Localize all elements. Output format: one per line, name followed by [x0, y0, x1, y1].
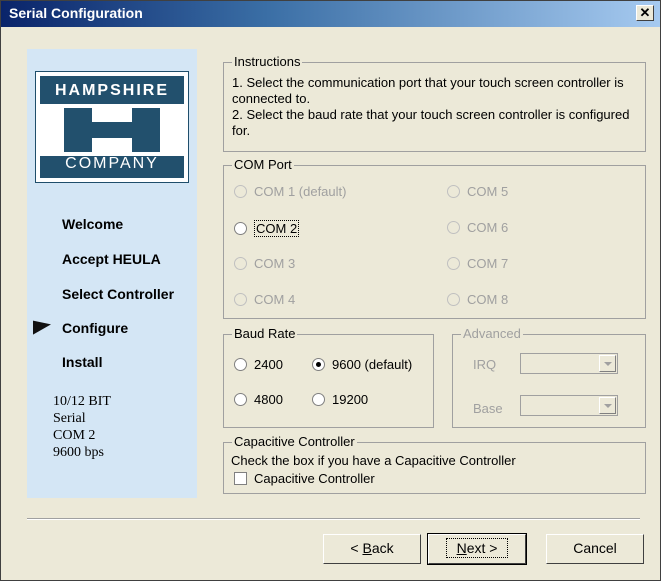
radio-button-icon	[234, 257, 247, 270]
next-focus: Next >	[445, 538, 509, 558]
base-select[interactable]	[520, 395, 618, 416]
radio-com8[interactable]: COM 8	[447, 292, 508, 307]
baud-rate-label: Baud Rate	[232, 326, 298, 341]
radio-baud-19200[interactable]: 19200	[312, 392, 368, 407]
back-button[interactable]: < Back	[323, 534, 421, 564]
close-icon: ✕	[639, 5, 651, 20]
radio-baud-9600[interactable]: 9600 (default)	[312, 357, 412, 372]
radio-button-icon	[447, 221, 460, 234]
wizard-sidebar: HAMPSHIRE COMPANY Welcome Accept HEULA S…	[27, 49, 197, 498]
button-separator	[27, 518, 640, 520]
capacitive-text: Check the box if you have a Capacitive C…	[231, 453, 516, 468]
close-button[interactable]: ✕	[636, 5, 654, 21]
hampshire-company-logo: HAMPSHIRE COMPANY	[35, 71, 189, 183]
radio-button-icon	[234, 222, 247, 235]
instructions-label: Instructions	[232, 54, 303, 69]
radio-com6[interactable]: COM 6	[447, 220, 508, 235]
radio-com7[interactable]: COM 7	[447, 256, 508, 271]
radio-baud-2400[interactable]: 2400	[234, 357, 283, 372]
com-port-label: COM Port	[232, 157, 294, 172]
capacitive-group: Capacitive Controller Check the box if y…	[223, 434, 646, 494]
radio-com1-label: COM 1 (default)	[254, 184, 347, 199]
configuration-summary: 10/12 BIT Serial COM 2 9600 bps	[53, 393, 111, 461]
radio-com3-label: COM 3	[254, 256, 296, 271]
base-label: Base	[473, 401, 503, 416]
radio-baud-19200-label: 19200	[332, 392, 369, 407]
radio-button-icon	[234, 293, 247, 306]
baud-rate-group: Baud Rate 2400 9600 (default) 4800 19200	[223, 326, 434, 428]
step-configure: Configure	[62, 320, 129, 336]
radio-button-icon	[234, 358, 247, 371]
radio-button-icon	[447, 293, 460, 306]
capacitive-checkbox[interactable]: Capacitive Controller	[234, 471, 375, 486]
summary-controller: 10/12 BIT	[53, 394, 111, 409]
capacitive-label: Capacitive Controller	[232, 434, 357, 449]
radio-button-selected-icon	[312, 358, 325, 371]
checkbox-icon	[234, 472, 247, 485]
advanced-label: Advanced	[461, 326, 523, 341]
summary-port: COM 2	[53, 428, 96, 443]
logo-top-text: HAMPSHIRE	[54, 82, 169, 99]
back-rest: ack	[371, 540, 394, 556]
instruction-2: 2. Select the baud rate that your touch …	[232, 107, 630, 138]
radio-com6-label: COM 6	[467, 220, 509, 235]
step-accept-heula: Accept HEULA	[62, 251, 161, 267]
next-key: N	[456, 540, 467, 556]
capacitive-checkbox-label: Capacitive Controller	[254, 471, 375, 486]
instructions-group: Instructions 1. Select the communication…	[223, 54, 646, 152]
logo-bottom-text: COMPANY	[65, 155, 159, 172]
step-welcome: Welcome	[62, 216, 124, 232]
window-title: Serial Configuration	[9, 5, 143, 21]
radio-com5[interactable]: COM 5	[447, 184, 508, 199]
radio-com3[interactable]: COM 3	[234, 256, 295, 271]
current-step-arrow-icon	[33, 317, 51, 335]
radio-baud-2400-label: 2400	[254, 357, 283, 372]
radio-com4-label: COM 4	[254, 292, 296, 307]
radio-baud-4800[interactable]: 4800	[234, 392, 283, 407]
irq-select[interactable]	[520, 353, 618, 374]
back-key: B	[362, 540, 372, 556]
radio-baud-9600-label: 9600 (default)	[332, 357, 413, 372]
radio-com8-label: COM 8	[467, 292, 509, 307]
radio-baud-4800-label: 4800	[254, 392, 283, 407]
radio-button-icon	[234, 185, 247, 198]
radio-com5-label: COM 5	[467, 184, 509, 199]
title-bar[interactable]: Serial Configuration ✕	[1, 1, 660, 27]
next-rest: ext >	[466, 540, 498, 556]
step-select-controller: Select Controller	[62, 286, 175, 302]
advanced-group: Advanced IRQ Base	[452, 326, 646, 428]
radio-com1[interactable]: COM 1 (default)	[234, 184, 346, 199]
irq-label: IRQ	[473, 357, 497, 372]
summary-interface: Serial	[53, 411, 86, 426]
summary-baud: 9600 bps	[53, 445, 104, 460]
serial-configuration-window: Serial Configuration ✕ HAMPSHIRE COMPANY…	[0, 0, 661, 581]
radio-com7-label: COM 7	[467, 256, 509, 271]
radio-button-icon	[447, 185, 460, 198]
back-prefix: <	[350, 540, 363, 556]
instruction-1: 1. Select the communication port that yo…	[232, 75, 624, 106]
radio-com2[interactable]: COM 2	[234, 220, 300, 237]
com-port-group: COM Port COM 1 (default) COM 2 COM 3 COM…	[223, 157, 646, 319]
chevron-down-icon	[599, 355, 616, 372]
step-install: Install	[62, 354, 103, 370]
cancel-button[interactable]: Cancel	[546, 534, 644, 564]
chevron-down-icon	[599, 397, 616, 414]
radio-button-icon	[312, 393, 325, 406]
next-button[interactable]: Next >	[427, 533, 527, 565]
radio-button-icon	[447, 257, 460, 270]
radio-com2-label: COM 2	[254, 220, 300, 237]
radio-com4[interactable]: COM 4	[234, 292, 295, 307]
radio-button-icon	[234, 393, 247, 406]
